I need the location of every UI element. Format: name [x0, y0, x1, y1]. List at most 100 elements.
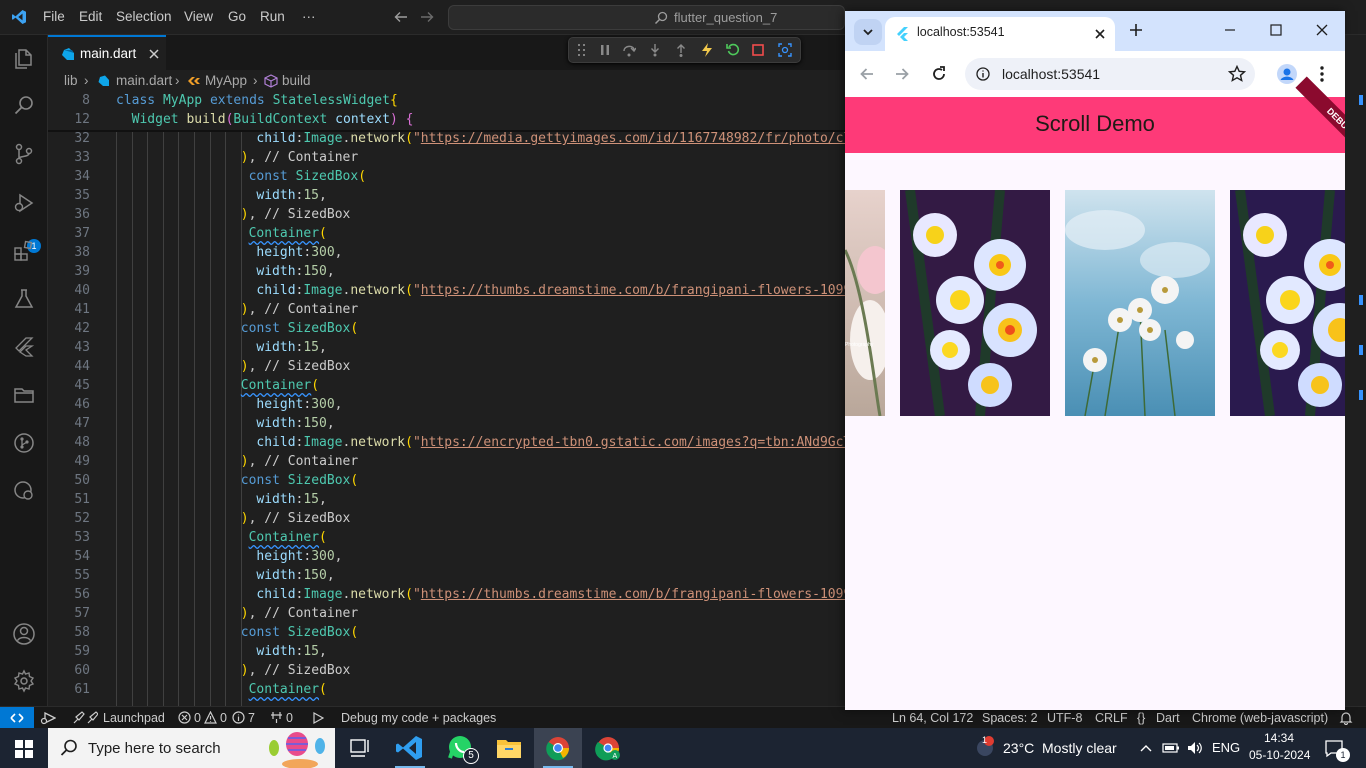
code-line[interactable]: width:15,	[256, 188, 326, 203]
code-line[interactable]: Container(	[249, 530, 327, 545]
breadcrumb-main-dart[interactable]: main.dart	[116, 73, 172, 88]
flower-image-1[interactable]: Photography	[845, 190, 885, 416]
taskbar-search[interactable]: Type here to search	[48, 728, 335, 768]
back-arrow-icon[interactable]	[393, 9, 409, 25]
code-line[interactable]: width:150,	[256, 416, 334, 431]
menu-edit[interactable]: Edit	[79, 9, 102, 24]
flower-image-4[interactable]	[1230, 190, 1345, 416]
code-line[interactable]: const SizedBox(	[241, 321, 358, 336]
hot-reload-icon[interactable]	[700, 43, 714, 57]
folder-icon[interactable]	[12, 383, 36, 407]
close-icon[interactable]	[148, 48, 160, 60]
debug-session-icon[interactable]	[40, 711, 56, 725]
breadcrumb-method[interactable]: build	[282, 73, 311, 88]
code-line[interactable]: ), // SizedBox	[241, 207, 351, 222]
start-button[interactable]	[0, 728, 48, 768]
ports-count[interactable]: 0	[286, 711, 293, 725]
clock-date[interactable]: 05-10-2024	[1249, 748, 1310, 762]
account-icon[interactable]	[12, 622, 36, 646]
sticky-scroll-header[interactable]: 8 class MyApp extends StatelessWidget{12 …	[48, 92, 845, 130]
error-icon[interactable]	[178, 711, 191, 724]
bookmark-star-icon[interactable]	[1228, 65, 1246, 83]
code-line[interactable]: ), // Container	[241, 302, 358, 317]
run-debug-icon[interactable]	[12, 191, 36, 215]
close-window-icon[interactable]	[1316, 24, 1328, 36]
chevron-up-icon[interactable]	[1139, 741, 1153, 755]
info-count[interactable]: 7	[248, 711, 255, 725]
debug-mode-status[interactable]: Debug my code + packages	[341, 711, 496, 725]
cursor-position[interactable]: Ln 64, Col 172	[892, 711, 973, 725]
settings-gear-icon[interactable]	[12, 669, 36, 693]
forward-icon[interactable]	[894, 66, 910, 82]
chrome-taskbar-icon[interactable]	[534, 728, 582, 768]
menu-selection[interactable]: Selection	[116, 9, 172, 24]
warning-icon[interactable]	[204, 711, 217, 724]
step-over-icon[interactable]	[622, 43, 636, 57]
clock-time[interactable]: 14:34	[1264, 731, 1294, 745]
inspect-widget-icon[interactable]	[778, 43, 792, 57]
search-icon[interactable]	[12, 94, 36, 118]
weather-temperature[interactable]: 23°C	[1003, 740, 1034, 756]
command-center-search[interactable]: flutter_question_7	[448, 5, 845, 30]
address-bar[interactable]: localhost:53541	[965, 58, 1255, 90]
remote-indicator[interactable]	[0, 707, 34, 729]
close-tab-icon[interactable]	[1095, 29, 1105, 39]
encoding-status[interactable]: UTF-8	[1047, 711, 1082, 725]
profile-avatar-icon[interactable]	[1277, 64, 1297, 84]
menu-go[interactable]: Go	[228, 9, 246, 24]
minimize-icon[interactable]	[1224, 24, 1236, 36]
warning-count[interactable]: 0	[220, 711, 227, 725]
maximize-icon[interactable]	[1270, 24, 1282, 36]
code-line[interactable]: width:15,	[256, 644, 326, 659]
info-icon[interactable]	[232, 711, 245, 724]
language-mode[interactable]: Dart	[1156, 711, 1180, 725]
code-line[interactable]: Container(	[249, 682, 327, 697]
chrome-tab-active[interactable]: localhost:53541	[885, 17, 1115, 51]
bell-icon[interactable]	[1339, 711, 1353, 725]
vscode-taskbar-icon[interactable]	[386, 728, 434, 768]
tab-search-button[interactable]	[854, 19, 882, 45]
chrome-profile-taskbar-icon[interactable]: A	[584, 728, 632, 768]
code-editor[interactable]: 32 child:Image.network("https://media.get…	[48, 92, 845, 706]
code-line[interactable]: width:15,	[256, 492, 326, 507]
code-line[interactable]: child:Image.network("https://thumbs.drea…	[256, 587, 845, 602]
breadcrumb-class[interactable]: MyApp	[205, 73, 247, 88]
menu-run[interactable]: Run	[260, 9, 285, 24]
extensions-icon[interactable]	[12, 239, 36, 263]
whatsapp-taskbar-icon[interactable]: 5	[436, 728, 484, 768]
code-line[interactable]: child:Image.network("https://media.getty…	[256, 131, 845, 146]
source-control-icon[interactable]	[12, 142, 36, 166]
code-line[interactable]: Container(	[241, 378, 319, 393]
forward-arrow-icon[interactable]	[419, 9, 435, 25]
reload-icon[interactable]	[931, 66, 947, 82]
git-graph-icon[interactable]	[12, 431, 36, 455]
pause-icon[interactable]	[598, 43, 612, 57]
eol-status[interactable]: CRLF	[1095, 711, 1128, 725]
code-line[interactable]: child:Image.network("https://encrypted-t…	[256, 435, 845, 450]
flower-image-2[interactable]	[900, 190, 1050, 416]
testing-icon[interactable]	[12, 287, 36, 311]
sticky-code-line[interactable]: class MyApp extends StatelessWidget{	[116, 93, 398, 108]
launchpad-status[interactable]: Launchpad	[103, 711, 165, 725]
breadcrumb-lib[interactable]: lib	[64, 73, 78, 88]
step-into-icon[interactable]	[648, 43, 662, 57]
step-out-icon[interactable]	[674, 43, 688, 57]
indentation-status[interactable]: Spaces: 2	[982, 711, 1038, 725]
menu-more[interactable]: ···	[302, 9, 316, 24]
battery-icon[interactable]	[1162, 741, 1180, 755]
task-view-button[interactable]	[336, 728, 384, 768]
code-line[interactable]: ), // Container	[241, 606, 358, 621]
weather-description[interactable]: Mostly clear	[1042, 740, 1117, 756]
input-language[interactable]: ENG	[1212, 740, 1240, 755]
code-line[interactable]: const SizedBox(	[241, 473, 358, 488]
code-line[interactable]: width:150,	[256, 568, 334, 583]
new-tab-icon[interactable]	[1129, 23, 1143, 37]
file-explorer-taskbar-icon[interactable]	[485, 728, 533, 768]
code-line[interactable]: ), // Container	[241, 150, 358, 165]
code-line[interactable]: child:Image.network("https://thumbs.drea…	[256, 283, 845, 298]
sticky-code-line[interactable]: Widget build(BuildContext context) {	[116, 112, 414, 127]
stop-icon[interactable]	[751, 43, 765, 57]
code-line[interactable]: ), // SizedBox	[241, 359, 351, 374]
code-line[interactable]: const SizedBox(	[241, 625, 358, 640]
code-line[interactable]: height:300,	[256, 397, 342, 412]
